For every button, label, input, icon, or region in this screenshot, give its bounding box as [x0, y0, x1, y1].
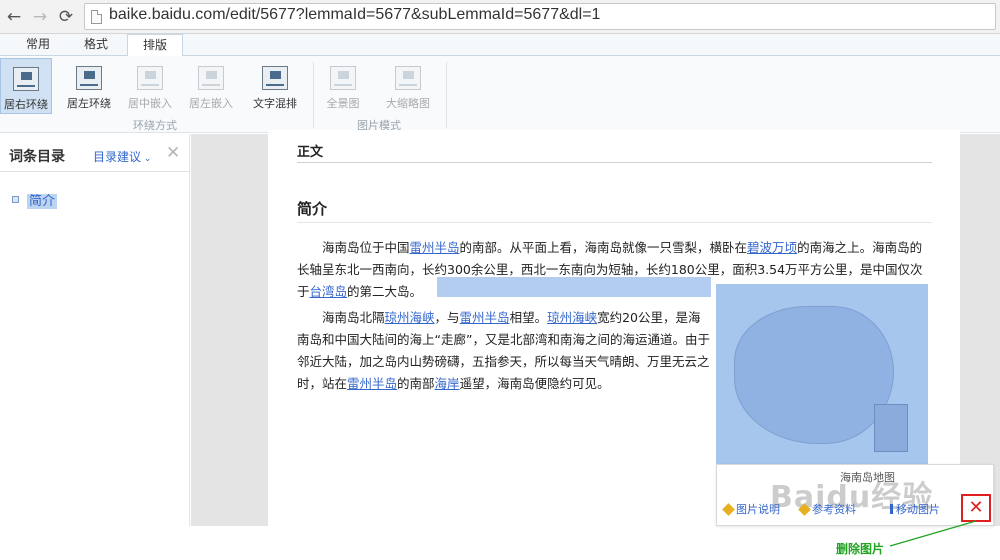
delete-image-callout: 删除图片 [836, 542, 885, 556]
callout-line [889, 520, 977, 547]
